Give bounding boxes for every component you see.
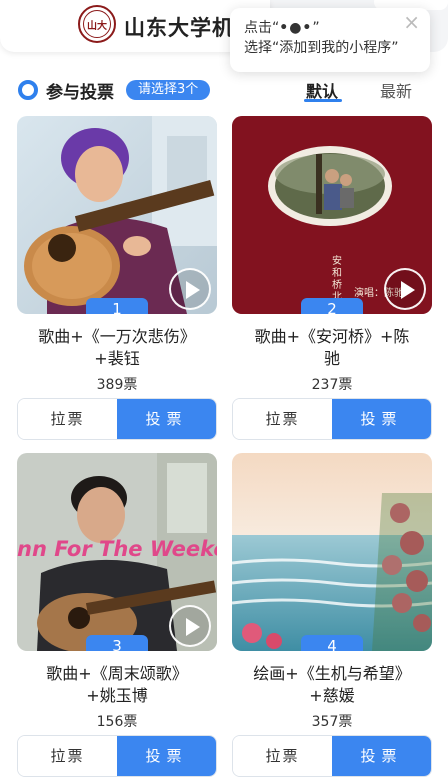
entry-title-line2: +裴钰: [94, 349, 140, 368]
tooltip-line-2: 选择“添加到我的小程序”: [244, 40, 399, 56]
more-dots-icon: •●•: [279, 20, 313, 36]
vote-count: 156票: [96, 714, 138, 730]
entry-title-line2: +姚玉博: [86, 686, 148, 705]
vote-count: 357票: [311, 714, 353, 730]
section-title: 参与投票: [46, 83, 114, 103]
vote-section-header: 参与投票 请选择3个 默认 最新: [18, 78, 430, 103]
canvass-button[interactable]: 拉票: [233, 736, 332, 776]
seascape-painting-image: [232, 453, 432, 651]
entry-number: 1: [86, 298, 148, 314]
entry-title-line1: 歌曲+《周末颂歌》: [46, 664, 188, 683]
entry-title-line2: +慈媛: [309, 686, 355, 705]
video-thumbnail[interactable]: 1: [17, 116, 217, 314]
canvass-button[interactable]: 拉票: [18, 736, 117, 776]
sort-latest-tab[interactable]: 最新: [380, 78, 412, 102]
vote-button[interactable]: 投票: [332, 736, 431, 776]
entry-title: 歌曲+《一万次悲伤》 +裴钰: [17, 326, 217, 370]
university-logo: 山大: [78, 5, 116, 43]
video-overlay-text: nn For The Weeke: [17, 537, 217, 561]
album-vertical-text: 安和桥北: [332, 256, 342, 303]
entry-title: 歌曲+《周末颂歌》 +姚玉博: [17, 663, 217, 707]
canvass-button[interactable]: 拉票: [233, 399, 332, 439]
vote-count: 389票: [96, 377, 138, 393]
entry-title-line1: 歌曲+《一万次悲伤》: [38, 327, 196, 346]
logo-inner: 山大: [83, 10, 111, 38]
vote-button[interactable]: 投票: [117, 736, 216, 776]
play-icon[interactable]: [169, 268, 211, 310]
close-icon[interactable]: ×: [403, 12, 420, 32]
video-thumbnail[interactable]: 安和桥北 演唱：陈驰 2: [232, 116, 432, 314]
entry-title-line2: 驰: [323, 349, 340, 368]
vote-button[interactable]: 投票: [117, 399, 216, 439]
tooltip-prefix: 点击“: [244, 20, 280, 36]
ring-icon: [18, 80, 38, 100]
active-tab-indicator: [304, 99, 342, 102]
entry-number: 2: [301, 298, 363, 314]
action-buttons: 拉票 投票: [232, 398, 432, 440]
action-buttons: 拉票 投票: [17, 398, 217, 440]
canvass-button[interactable]: 拉票: [18, 399, 117, 439]
add-miniprogram-tooltip: × 点击“•●•” 选择“添加到我的小程序”: [230, 8, 430, 72]
artwork-thumbnail[interactable]: 4: [232, 453, 432, 651]
entry-title: 歌曲+《安河桥》+陈 驰: [232, 326, 432, 370]
entry-number: 4: [301, 635, 363, 651]
action-buttons: 拉票 投票: [17, 735, 217, 777]
video-thumbnail[interactable]: nn For The Weeke 3: [17, 453, 217, 651]
play-icon[interactable]: [384, 268, 426, 310]
play-icon[interactable]: [169, 605, 211, 647]
entry-title-line1: 绘画+《生机与希望》: [253, 664, 411, 683]
select-count-badge: 请选择3个: [126, 80, 211, 100]
entry-title-line1: 歌曲+《安河桥》+陈: [254, 327, 410, 346]
tooltip-line-1: 点击“•●•”: [244, 18, 416, 38]
entry-title: 绘画+《生机与希望》 +慈媛: [232, 663, 432, 707]
vote-button[interactable]: 投票: [332, 399, 431, 439]
action-buttons: 拉票 投票: [232, 735, 432, 777]
tooltip-suffix: ”: [312, 20, 320, 36]
vote-count: 237票: [311, 377, 353, 393]
entry-number: 3: [86, 635, 148, 651]
